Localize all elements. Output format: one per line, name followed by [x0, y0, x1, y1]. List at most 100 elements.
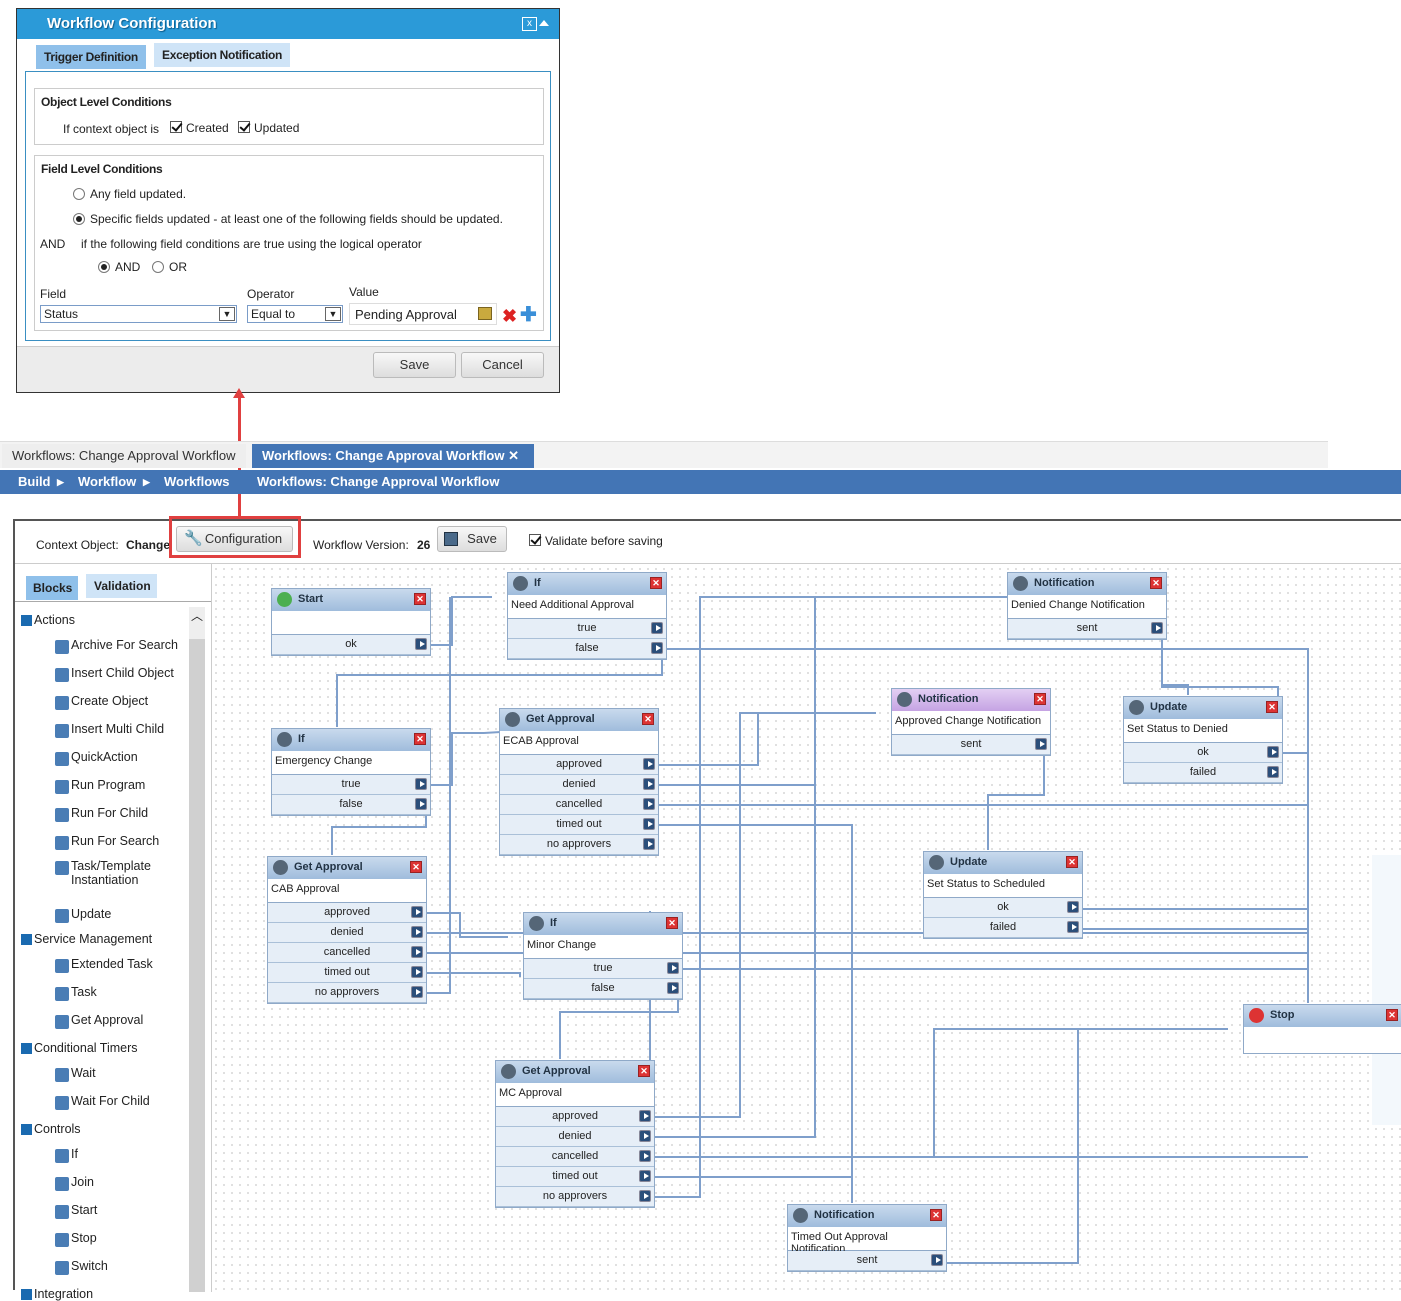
output-port-icon[interactable] [415, 638, 427, 650]
node-update[interactable]: Update ✕ Set Status to Denied ok failed [1123, 696, 1283, 784]
output-port-icon[interactable] [667, 962, 679, 974]
add-condition-icon[interactable]: ✚ [520, 305, 537, 325]
configuration-button[interactable]: 🔧 Configuration [176, 526, 293, 552]
sidebar-item-quickaction[interactable]: QuickAction [55, 750, 185, 766]
node-update[interactable]: Update ✕ Set Status to Scheduled ok failed [923, 851, 1083, 939]
node-header[interactable]: Stop ✕ [1244, 1005, 1401, 1027]
save-button[interactable]: Save [437, 526, 507, 552]
field-select[interactable]: Status ▼ [40, 305, 237, 323]
output-port-icon[interactable] [411, 946, 423, 958]
output-port-icon[interactable] [639, 1130, 651, 1142]
sidebar-item-create-object[interactable]: Create Object [55, 694, 185, 710]
node-header[interactable]: If ✕ [524, 913, 682, 935]
sidebar-item-task[interactable]: Task [55, 985, 185, 1001]
output-port-icon[interactable] [651, 642, 663, 654]
node-header[interactable]: Get Approval ✕ [496, 1061, 654, 1083]
node-header[interactable]: Get Approval ✕ [500, 709, 658, 731]
output-port-icon[interactable] [1067, 921, 1079, 933]
sidebar-item-task-template-instantiation[interactable]: Task/Template Instantiation [55, 859, 185, 887]
breadcrumb-build[interactable]: Build [18, 474, 51, 489]
tab-exception-notification[interactable]: Exception Notification [154, 43, 291, 67]
sidebar-item-stop[interactable]: Stop [55, 1231, 185, 1247]
collapse-icon[interactable] [539, 20, 549, 26]
node-header[interactable]: Notification ✕ [892, 689, 1050, 711]
output-port-icon[interactable] [931, 1254, 943, 1266]
close-window-icon[interactable]: x [522, 17, 537, 31]
sidebar-group-service-management[interactable]: Service Management [21, 932, 152, 946]
sidebar-item-wait-for-child[interactable]: Wait For Child [55, 1094, 185, 1110]
output-port-icon[interactable] [639, 1190, 651, 1202]
output-port-icon[interactable] [639, 1110, 651, 1122]
output-port-icon[interactable] [411, 966, 423, 978]
node-get-approval[interactable]: Get Approval ✕ ECAB Approval approved denied… [499, 708, 659, 856]
node-header[interactable]: Get Approval ✕ [268, 857, 426, 879]
delete-node-icon[interactable]: ✕ [1386, 1009, 1398, 1021]
output-port-icon[interactable] [651, 622, 663, 634]
sidebar-item-update[interactable]: Update [55, 907, 185, 923]
delete-node-icon[interactable]: ✕ [666, 917, 678, 929]
sidebar-item-if[interactable]: If [55, 1147, 185, 1163]
output-port-icon[interactable] [1267, 766, 1279, 778]
tab-workflow-inactive[interactable]: Workflows: Change Approval Workflow [2, 444, 246, 468]
output-port-icon[interactable] [639, 1150, 651, 1162]
breadcrumb-workflow[interactable]: Workflow [78, 474, 136, 489]
and-radio[interactable]: AND [98, 260, 140, 274]
validate-checkbox[interactable]: Validate before saving [529, 534, 663, 548]
dialog-save-button[interactable]: Save [373, 352, 456, 378]
output-port-icon[interactable] [1035, 738, 1047, 750]
sidebar-item-insert-child-object[interactable]: Insert Child Object [55, 666, 185, 682]
sidebar-item-get-approval[interactable]: Get Approval [55, 1013, 185, 1029]
node-header[interactable]: If ✕ [272, 729, 430, 751]
delete-node-icon[interactable]: ✕ [1066, 856, 1078, 868]
created-checkbox[interactable]: Created [170, 121, 229, 135]
delete-node-icon[interactable]: ✕ [650, 577, 662, 589]
node-header[interactable]: Update ✕ [924, 852, 1082, 874]
output-port-icon[interactable] [667, 982, 679, 994]
output-port-icon[interactable] [639, 1170, 651, 1182]
output-port-icon[interactable] [411, 926, 423, 938]
node-get-approval[interactable]: Get Approval ✕ CAB Approval approved denied c… [267, 856, 427, 1004]
sidebar-item-run-program[interactable]: Run Program [55, 778, 185, 794]
sidebar-item-start[interactable]: Start [55, 1203, 185, 1219]
delete-node-icon[interactable]: ✕ [638, 1065, 650, 1077]
sidebar-item-switch[interactable]: Switch [55, 1259, 185, 1275]
node-header[interactable]: If ✕ [508, 573, 666, 595]
sidebar-scrollbar[interactable]: ︿ [189, 607, 205, 1292]
output-port-icon[interactable] [415, 798, 427, 810]
workflow-canvas[interactable]: Start ✕ ok If ✕ Need Additional Approval true f… [212, 565, 1401, 1292]
output-port-icon[interactable] [643, 758, 655, 770]
delete-node-icon[interactable]: ✕ [410, 861, 422, 873]
node-stop[interactable]: Stop ✕ [1243, 1004, 1401, 1054]
delete-node-icon[interactable]: ✕ [930, 1209, 942, 1221]
node-header[interactable]: Update ✕ [1124, 697, 1282, 719]
value-input[interactable]: Pending Approval [349, 303, 497, 325]
sidebar-group-controls[interactable]: Controls [21, 1122, 81, 1136]
operator-select[interactable]: Equal to ▼ [247, 305, 343, 323]
node-notification[interactable]: Notification ✕ Timed Out Approval Notifica… [787, 1204, 947, 1272]
close-tab-icon[interactable]: ✕ [508, 448, 519, 463]
output-port-icon[interactable] [643, 798, 655, 810]
node-header[interactable]: Notification ✕ [1008, 573, 1166, 595]
output-port-icon[interactable] [411, 906, 423, 918]
node-if[interactable]: If ✕ Emergency Change true false [271, 728, 431, 816]
sidebar-item-extended-task[interactable]: Extended Task [55, 957, 185, 973]
output-port-icon[interactable] [1151, 622, 1163, 634]
node-notification[interactable]: Notification ✕ Denied Change Notification s… [1007, 572, 1167, 640]
node-start[interactable]: Start ✕ ok [271, 588, 431, 656]
sidebar-group-actions[interactable]: Actions [21, 613, 75, 627]
sidebar-item-archive-for-search[interactable]: Archive For Search [55, 638, 185, 654]
output-port-icon[interactable] [1267, 746, 1279, 758]
sidebar-group-integration[interactable]: Integration [21, 1287, 93, 1301]
output-port-icon[interactable] [643, 818, 655, 830]
node-if[interactable]: If ✕ Minor Change true false [523, 912, 683, 1000]
node-header[interactable]: Notification ✕ [788, 1205, 946, 1227]
tab-blocks[interactable]: Blocks [26, 576, 78, 600]
any-field-radio[interactable]: Any field updated. [73, 187, 186, 201]
sidebar-item-run-for-search[interactable]: Run For Search [55, 834, 185, 850]
delete-condition-icon[interactable]: ✖ [502, 307, 519, 325]
output-port-icon[interactable] [415, 778, 427, 790]
output-port-icon[interactable] [1067, 901, 1079, 913]
dialog-cancel-button[interactable]: Cancel [461, 352, 544, 378]
delete-node-icon[interactable]: ✕ [1150, 577, 1162, 589]
delete-node-icon[interactable]: ✕ [642, 713, 654, 725]
